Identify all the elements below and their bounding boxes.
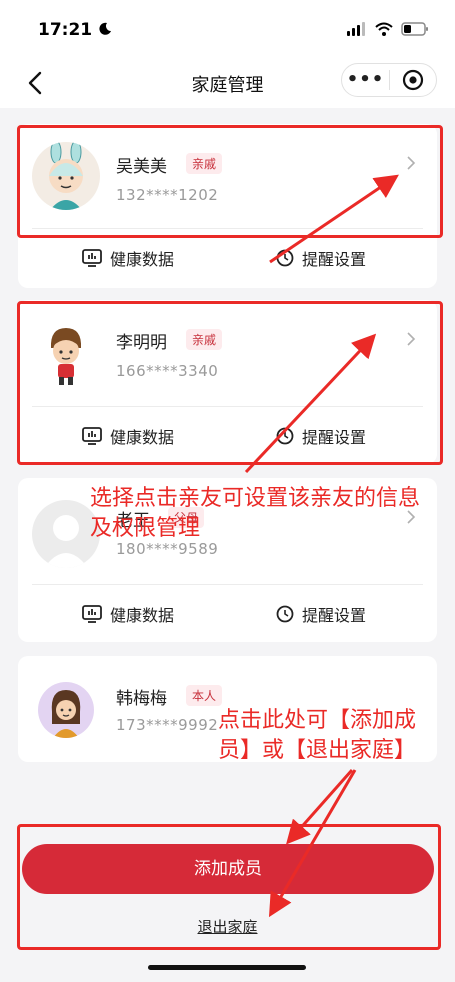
more-menu-icon[interactable]: ••• xyxy=(342,65,389,95)
monitor-icon xyxy=(82,605,102,623)
status-bar: 17:21 xyxy=(0,0,455,58)
signal-icon xyxy=(347,22,365,36)
monitor-icon xyxy=(82,249,102,267)
annotation-box-member-1 xyxy=(17,125,443,238)
reminder-settings-label: 提醒设置 xyxy=(302,250,367,269)
health-data-button[interactable]: 健康数据 xyxy=(82,246,174,270)
annotation-box-bottom-actions xyxy=(17,824,441,950)
health-data-button[interactable]: 健康数据 xyxy=(82,602,174,626)
annotation-box-member-2 xyxy=(17,301,443,465)
wifi-icon xyxy=(375,22,393,36)
mini-program-capsule: ••• xyxy=(341,63,437,97)
close-capsule-icon[interactable] xyxy=(390,69,436,91)
health-data-label: 健康数据 xyxy=(110,606,175,625)
annotation-text-add-or-quit: 点击此处可【添加成员】或【退出家庭】 xyxy=(218,708,417,763)
member-phone: 173****9992 xyxy=(116,716,219,734)
member-name: 韩梅梅 xyxy=(116,689,167,709)
reminder-settings-label: 提醒设置 xyxy=(302,606,367,625)
home-indicator xyxy=(148,965,306,970)
status-time: 17:21 xyxy=(38,20,112,40)
health-data-label: 健康数据 xyxy=(110,250,175,269)
clock-icon xyxy=(276,249,294,267)
nav-bar: 家庭管理 ••• xyxy=(0,58,455,108)
card-divider xyxy=(32,584,423,585)
relation-tag: 本人 xyxy=(186,685,223,706)
annotation-text-select-member: 选择点击亲友可设置该亲友的信息及权限管理 xyxy=(90,486,421,541)
reminder-settings-button[interactable]: 提醒设置 xyxy=(276,246,366,270)
avatar xyxy=(38,682,94,738)
status-icons xyxy=(347,22,429,36)
status-time-text: 17:21 xyxy=(38,20,93,40)
moon-icon xyxy=(99,22,112,35)
reminder-settings-button[interactable]: 提醒设置 xyxy=(276,602,366,626)
clock-icon xyxy=(276,605,294,623)
battery-icon xyxy=(401,22,428,36)
